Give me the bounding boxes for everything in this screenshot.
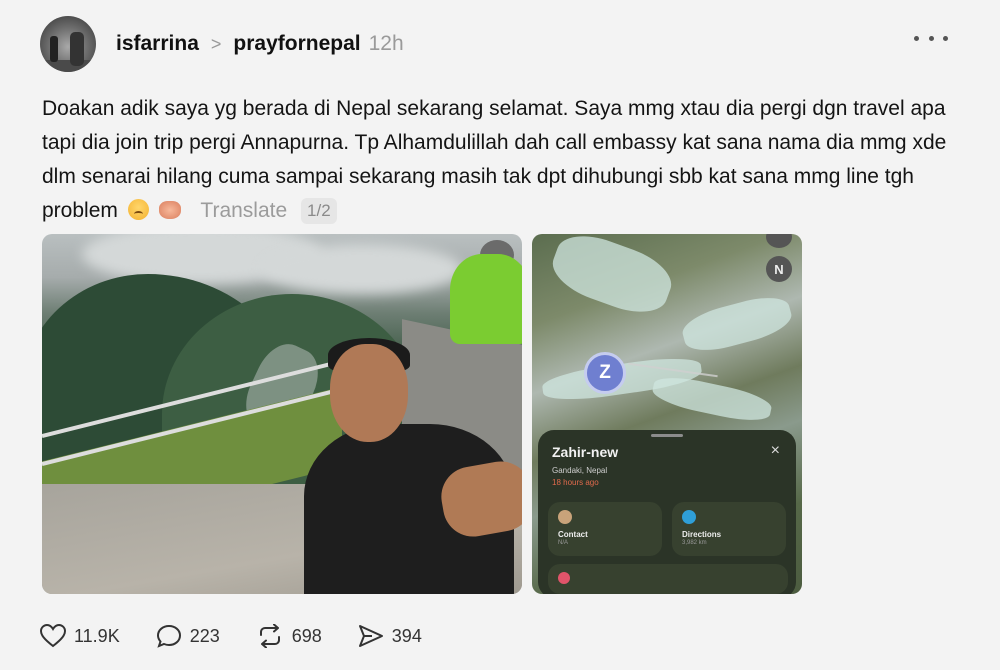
heart-icon <box>40 624 66 648</box>
translate-link[interactable]: Translate <box>200 199 287 222</box>
comment-button[interactable]: 223 <box>156 624 220 648</box>
contact-name: Zahir-new <box>552 444 619 460</box>
location-text: Gandaki, Nepal <box>552 466 608 475</box>
post-header: isfarrina > prayfornepal 12h <box>40 14 960 74</box>
sad-face-emoji-icon <box>127 199 149 220</box>
like-count: 11.9K <box>74 625 120 646</box>
repost-icon <box>259 624 280 648</box>
third-action-button[interactable] <box>548 564 788 594</box>
contact-button-sub: N/A <box>558 540 569 546</box>
contact-button[interactable]: Contact N/A <box>548 502 662 556</box>
location-card: Zahir-new × Gandaki, Nepal 18 hours ago … <box>538 430 796 594</box>
more-options-icon[interactable] <box>914 28 948 48</box>
selfie-photo[interactable] <box>42 234 522 594</box>
alert-icon <box>558 572 570 584</box>
pleading-hands-emoji-icon <box>158 201 181 219</box>
image-page-indicator: 1/2 <box>301 198 337 224</box>
repost-button[interactable]: 698 <box>256 624 322 648</box>
directions-button-label: Directions <box>682 530 722 539</box>
like-button[interactable]: 11.9K <box>40 624 120 648</box>
comment-icon <box>156 624 181 648</box>
action-bar: 11.9K 223 698 394 <box>40 624 458 648</box>
username-link[interactable]: isfarrina <box>116 32 199 56</box>
chevron-right-icon: > <box>210 34 222 54</box>
avatar[interactable] <box>40 16 96 72</box>
directions-icon <box>682 510 696 524</box>
post-timestamp: 12h <box>368 32 404 55</box>
send-icon <box>358 625 383 647</box>
comment-count: 223 <box>189 625 220 646</box>
post-body: Doakan adik saya yg berada di Nepal seka… <box>42 92 962 228</box>
close-icon[interactable]: × <box>771 442 780 460</box>
repost-count: 698 <box>291 625 322 646</box>
share-count: 394 <box>391 625 422 646</box>
compass-icon[interactable]: N <box>766 256 792 282</box>
tag-link[interactable]: prayfornepal <box>233 32 360 56</box>
location-pin-icon: Z <box>584 352 626 394</box>
map-screenshot[interactable]: N Z Zahir-new × Gandaki, Nepal 18 hours … <box>532 234 802 594</box>
directions-button[interactable]: Directions 3,982 km <box>672 502 786 556</box>
last-updated-text: 18 hours ago <box>552 478 599 487</box>
contact-icon <box>558 510 572 524</box>
directions-button-sub: 3,982 km <box>682 540 707 546</box>
share-button[interactable]: 394 <box>358 624 422 648</box>
post-author-row: isfarrina > prayfornepal 12h <box>116 32 404 56</box>
contact-button-label: Contact <box>558 530 588 539</box>
